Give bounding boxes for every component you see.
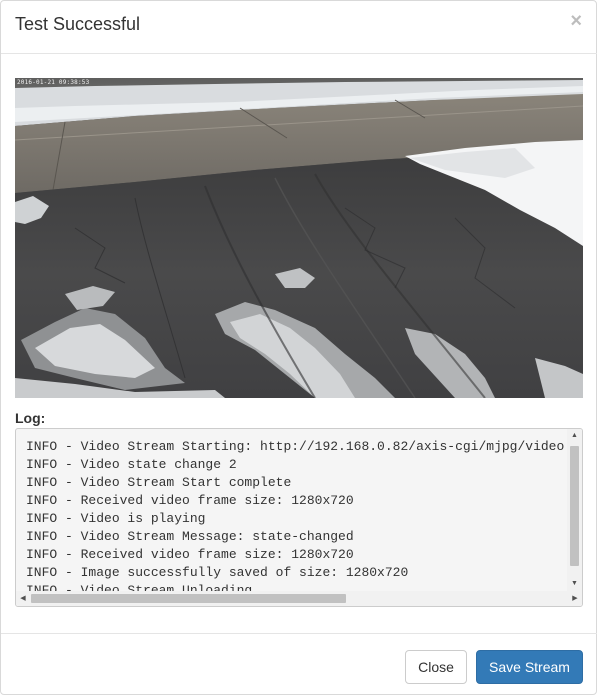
camera-snapshot: 2016-01-21 09:38:53 — [15, 78, 583, 398]
log-line: INFO - Image successfully saved of size:… — [26, 565, 409, 580]
log-label: Log: — [15, 410, 46, 426]
log-content: INFO - Video Stream Starting: http://192… — [26, 438, 570, 591]
dialog-title: Test Successful — [15, 14, 141, 34]
close-icon[interactable]: × — [570, 11, 582, 31]
scroll-right-icon[interactable]: ▶ — [568, 591, 582, 606]
dialog-footer: Close Save Stream — [1, 633, 597, 695]
log-line: INFO - Received video frame size: 1280x7… — [26, 493, 354, 508]
log-line: INFO - Video is playing — [26, 511, 206, 526]
vertical-scroll-thumb[interactable] — [570, 446, 579, 566]
log-line: INFO - Video Stream Start complete — [26, 475, 292, 490]
horizontal-scroll-thumb[interactable] — [31, 594, 346, 603]
snapshot-timestamp: 2016-01-21 09:38:53 — [17, 79, 90, 86]
log-vertical-scrollbar[interactable]: ▲ ▼ — [567, 429, 582, 591]
save-stream-button[interactable]: Save Stream — [476, 650, 583, 684]
dialog-header: Test Successful × — [1, 1, 597, 54]
log-horizontal-scrollbar[interactable]: ◀ ▶ — [16, 591, 582, 606]
close-button[interactable]: Close — [405, 650, 467, 684]
scroll-down-icon[interactable]: ▼ — [567, 577, 582, 591]
log-line: INFO - Video Stream Message: state-chang… — [26, 529, 354, 544]
log-line: INFO - Video Stream Unloading — [26, 583, 253, 591]
log-textarea[interactable]: INFO - Video Stream Starting: http://192… — [15, 428, 583, 607]
snapshot-image — [15, 78, 583, 398]
log-line: INFO - Video state change 2 — [26, 457, 237, 472]
log-line: INFO - Video Stream Starting: http://192… — [26, 439, 570, 454]
test-result-dialog: Test Successful × 2016-01-21 09:38:53 Lo… — [0, 0, 597, 695]
scroll-left-icon[interactable]: ◀ — [16, 591, 30, 606]
log-line: INFO - Received video frame size: 1280x7… — [26, 547, 354, 562]
scroll-up-icon[interactable]: ▲ — [567, 429, 582, 443]
